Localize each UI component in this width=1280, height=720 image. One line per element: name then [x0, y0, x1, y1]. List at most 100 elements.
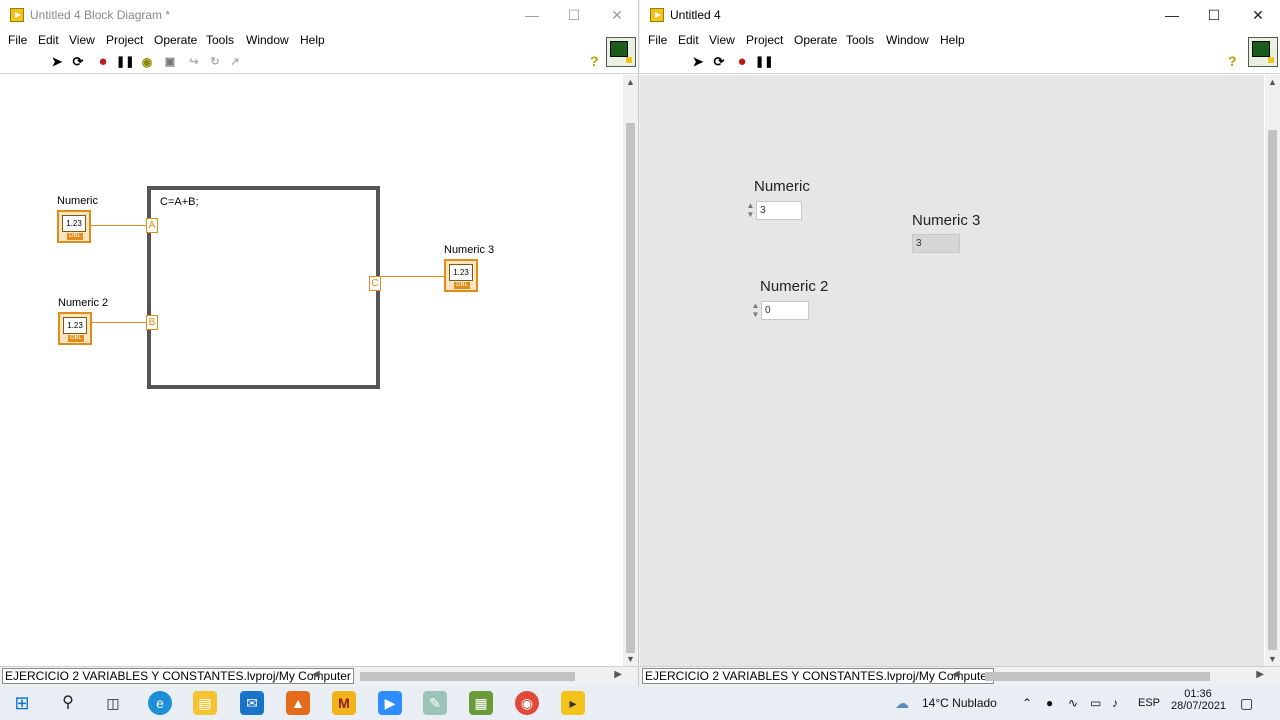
menu-help[interactable]: Help: [300, 33, 325, 47]
horizontal-scrollbar[interactable]: ◀ ▶: [950, 669, 1266, 684]
numeric-control[interactable]: 3: [756, 201, 802, 220]
matlab-icon[interactable]: ▲: [286, 691, 310, 715]
scroll-thumb[interactable]: [360, 672, 575, 681]
menu-help[interactable]: Help: [940, 33, 965, 47]
scroll-right-icon[interactable]: ▶: [614, 669, 622, 680]
status-bar: EJERCICIO 2 VARIABLES Y CONSTANTES.lvpro…: [0, 666, 638, 686]
abort-icon[interactable]: ●: [735, 54, 749, 69]
scroll-left-icon[interactable]: ◀: [312, 669, 320, 680]
wire-b[interactable]: [92, 322, 147, 323]
step-into-icon[interactable]: ↪: [187, 55, 201, 69]
menu-project[interactable]: Project: [106, 33, 143, 47]
mathcad-icon[interactable]: M: [332, 691, 356, 715]
maximize-icon[interactable]: ☐: [552, 0, 596, 30]
microphone-icon[interactable]: ●: [1046, 686, 1053, 720]
weather-icon[interactable]: ☁: [895, 686, 909, 720]
search-icon[interactable]: ⚲: [56, 691, 80, 715]
numeric3-indicator-label[interactable]: Numeric 3: [444, 244, 494, 256]
numeric2-increment-decrement[interactable]: ▲ ▼: [751, 301, 760, 320]
horizontal-scrollbar[interactable]: ◀ ▶: [310, 669, 624, 684]
menu-window[interactable]: Window: [246, 33, 289, 47]
system-clock[interactable]: 01:36 28/07/2021: [1171, 686, 1226, 712]
mail-icon[interactable]: ✉: [240, 691, 264, 715]
wire-c[interactable]: [380, 276, 444, 277]
menu-operate[interactable]: Operate: [154, 33, 197, 47]
scroll-up-icon[interactable]: ▲: [1265, 77, 1280, 87]
scroll-down-icon[interactable]: ▼: [623, 654, 638, 664]
weather-text[interactable]: 14°C Nublado: [922, 686, 997, 720]
formula-input-a[interactable]: A: [146, 218, 158, 233]
context-help-icon[interactable]: ?: [590, 53, 599, 69]
step-over-icon[interactable]: ↻: [208, 55, 222, 69]
volume-icon[interactable]: ♪: [1112, 686, 1118, 720]
numeric2-label[interactable]: Numeric 2: [760, 278, 828, 295]
run-continuously-icon[interactable]: ⟳: [712, 55, 726, 69]
numeric-label[interactable]: Numeric: [754, 178, 810, 195]
scroll-thumb[interactable]: [985, 672, 1210, 681]
notifications-icon[interactable]: ▢: [1240, 686, 1253, 720]
terminal-display: 1.23: [62, 215, 86, 232]
maximize-icon[interactable]: ☐: [1192, 0, 1236, 30]
numeric2-control[interactable]: 0: [761, 301, 809, 320]
run-icon[interactable]: ➤: [691, 55, 705, 69]
menu-file[interactable]: File: [8, 33, 27, 47]
chrome-icon[interactable]: ◉: [515, 691, 539, 715]
menu-operate[interactable]: Operate: [794, 33, 837, 47]
run-icon[interactable]: ➤: [50, 55, 64, 69]
context-help-icon[interactable]: ?: [1228, 53, 1237, 69]
start-windows-icon[interactable]: ⊞: [10, 691, 34, 715]
photos-icon[interactable]: ▦: [469, 691, 493, 715]
abort-icon[interactable]: ●: [96, 54, 110, 69]
step-out-icon[interactable]: ↗: [228, 55, 242, 69]
formula-code[interactable]: C=A+B;: [160, 196, 199, 208]
wire-a[interactable]: [91, 225, 147, 226]
scroll-thumb[interactable]: [1268, 130, 1277, 650]
task-view-icon[interactable]: ◫: [101, 691, 125, 715]
labview-taskbar-icon[interactable]: ▸: [561, 691, 585, 715]
close-icon[interactable]: ✕: [595, 0, 638, 30]
formula-node[interactable]: C=A+B;: [147, 186, 380, 389]
menu-tools[interactable]: Tools: [206, 33, 234, 47]
numeric-control-terminal[interactable]: 1.23 DBL: [57, 210, 91, 243]
edge-browser-icon[interactable]: e: [148, 691, 172, 715]
retain-wire-values-icon[interactable]: ▣: [163, 55, 177, 69]
menu-edit[interactable]: Edit: [38, 33, 59, 47]
minimize-icon[interactable]: —: [510, 0, 554, 30]
scroll-down-icon[interactable]: ▼: [1265, 654, 1280, 664]
numeric2-control-label[interactable]: Numeric 2: [58, 297, 108, 309]
pause-icon[interactable]: ❚❚: [755, 55, 773, 69]
scroll-left-icon[interactable]: ◀: [952, 669, 960, 680]
vertical-scrollbar[interactable]: ▲ ▼: [623, 75, 638, 666]
front-panel-canvas[interactable]: Numeric ▲ ▼ 3 Numeric 3 3 Numeric 2 ▲ ▼ 0: [640, 75, 1264, 666]
menu-project[interactable]: Project: [746, 33, 783, 47]
battery-icon[interactable]: ▭: [1090, 686, 1101, 720]
minimize-icon[interactable]: —: [1150, 0, 1194, 30]
zoom-icon[interactable]: ▶: [378, 691, 402, 715]
formula-output-c[interactable]: C: [369, 276, 381, 291]
run-continuously-icon[interactable]: ⟳: [71, 55, 85, 69]
menu-window[interactable]: Window: [886, 33, 929, 47]
scroll-right-icon[interactable]: ▶: [1256, 669, 1264, 680]
menu-view[interactable]: View: [709, 33, 735, 47]
vertical-scrollbar[interactable]: ▲ ▼: [1265, 75, 1280, 666]
wifi-icon[interactable]: ∿: [1068, 686, 1078, 720]
file-explorer-icon[interactable]: ▤: [193, 691, 217, 715]
menu-tools[interactable]: Tools: [846, 33, 874, 47]
highlight-execution-icon[interactable]: ◉: [140, 55, 154, 69]
numeric-control-label[interactable]: Numeric: [57, 195, 98, 207]
scroll-up-icon[interactable]: ▲: [623, 77, 638, 87]
scroll-thumb[interactable]: [626, 123, 635, 653]
menu-edit[interactable]: Edit: [678, 33, 699, 47]
paint-icon[interactable]: ✎: [423, 691, 447, 715]
numeric3-label[interactable]: Numeric 3: [912, 212, 980, 229]
language-indicator[interactable]: ESP: [1138, 686, 1160, 720]
numeric-increment-decrement[interactable]: ▲ ▼: [746, 201, 755, 220]
show-hidden-icons-icon[interactable]: ⌃: [1022, 686, 1032, 720]
menu-file[interactable]: File: [648, 33, 667, 47]
close-icon[interactable]: ✕: [1236, 0, 1280, 30]
numeric3-indicator-terminal[interactable]: 1.23 DBL: [444, 259, 478, 292]
numeric2-control-terminal[interactable]: 1.23 DBL: [58, 312, 92, 345]
pause-icon[interactable]: ❚❚: [116, 55, 134, 69]
menu-view[interactable]: View: [69, 33, 95, 47]
formula-input-b[interactable]: B: [146, 315, 158, 330]
